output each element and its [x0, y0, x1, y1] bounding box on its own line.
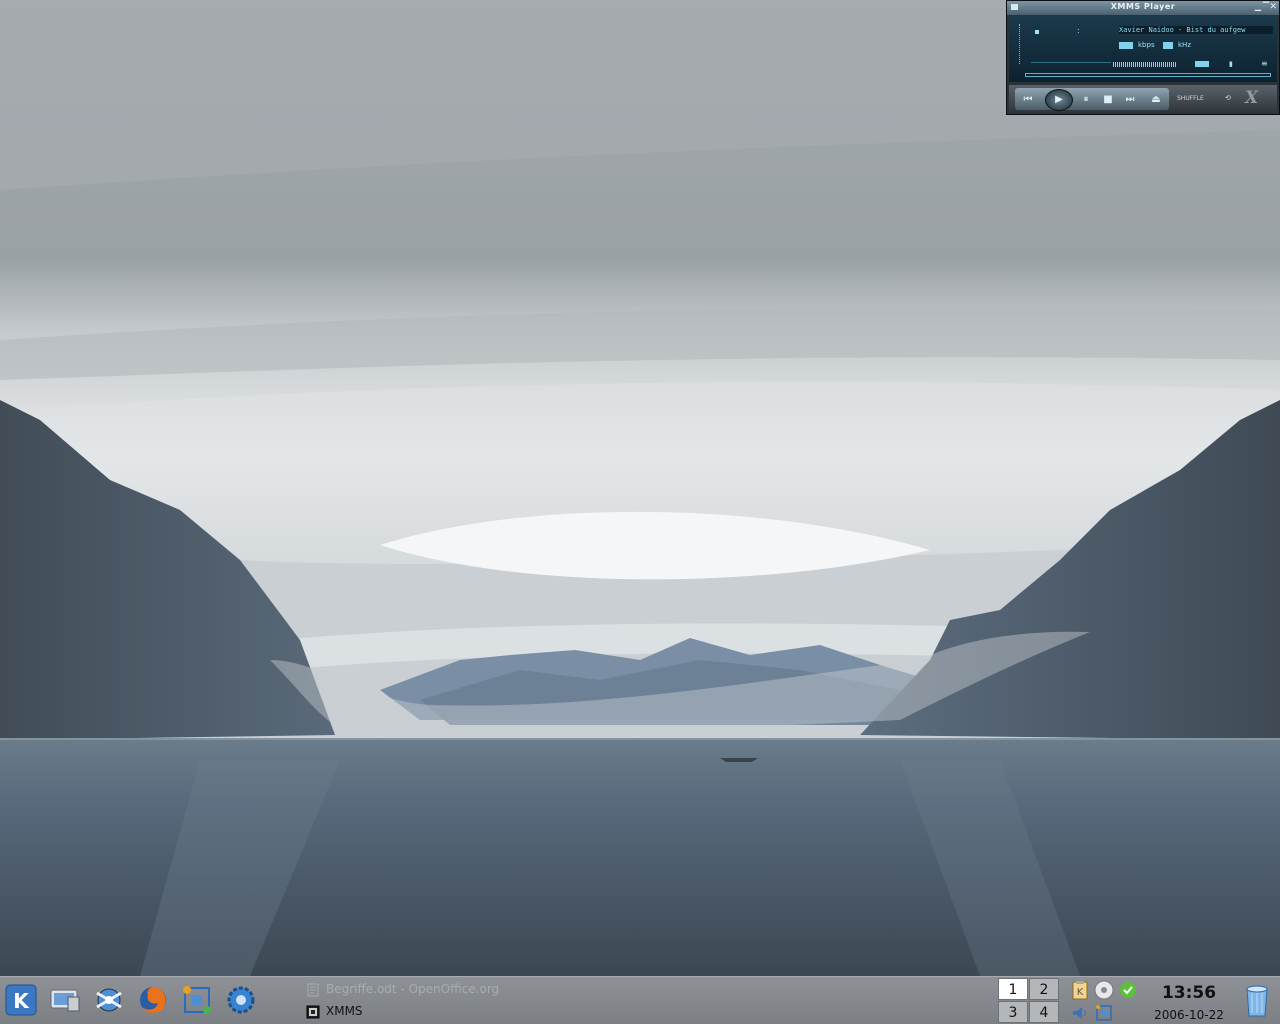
xmms-titlebar[interactable]: XMMS Player ▁ ▔ ✕	[1007, 1, 1279, 15]
task-xmms[interactable]: XMMS	[306, 1001, 363, 1021]
close-icon[interactable]: ✕	[1269, 3, 1277, 12]
network-icon[interactable]	[180, 983, 214, 1017]
system-icon[interactable]	[48, 983, 82, 1017]
song-title[interactable]: Xavier Naidoo - Bist du aufgew	[1119, 26, 1273, 34]
clock-date[interactable]: 2006-10-22	[1148, 1008, 1230, 1022]
openoffice-icon	[306, 983, 320, 997]
klipper-icon[interactable]: K	[1070, 980, 1090, 1000]
eject-button[interactable]: ⏏	[1147, 93, 1165, 106]
system-tray: K	[1066, 977, 1144, 1023]
clock-time[interactable]: 13:56	[1148, 983, 1230, 1003]
clutterbar[interactable]	[1019, 24, 1025, 64]
xmms-title: XMMS Player	[1110, 2, 1176, 11]
task-list: Begriffe.odt - OpenOffice.org XMMS	[306, 977, 766, 1023]
xmms-logo[interactable]: X	[1245, 88, 1258, 108]
play-button[interactable]: ▶	[1045, 89, 1073, 111]
desktop-2-button[interactable]: 2	[1029, 978, 1059, 1000]
update-icon[interactable]	[1118, 980, 1138, 1000]
play-indicator-icon	[1035, 30, 1039, 34]
balance-slider[interactable]	[1195, 61, 1209, 67]
volume-icon[interactable]	[1070, 1003, 1090, 1023]
shade-icon[interactable]: ▔	[1263, 3, 1269, 11]
transport-bar: ⏮ ▶ ⏸ ■ ⏭ ⏏	[1015, 88, 1169, 111]
desktop-3-button[interactable]: 3	[998, 1001, 1028, 1023]
desktop-4-button[interactable]: 4	[1029, 1001, 1059, 1023]
network-tray-icon[interactable]	[1094, 1003, 1114, 1023]
wallpaper-scene	[0, 0, 1280, 976]
time-display[interactable]: :	[1077, 26, 1080, 35]
khz-label: kHz	[1178, 41, 1191, 49]
xmms-display: : Xavier Naidoo - Bist du aufgew kbps kH…	[1009, 16, 1277, 82]
trash-icon[interactable]	[1240, 983, 1274, 1019]
bitrate-value	[1119, 42, 1133, 49]
desktop-wallpaper	[0, 0, 1280, 976]
kde-menu-icon[interactable]: K	[4, 983, 38, 1017]
kbps-label: kbps	[1138, 41, 1155, 49]
task-openoffice[interactable]: Begriffe.odt - OpenOffice.org	[306, 979, 499, 999]
xmms-icon	[306, 1005, 320, 1019]
seek-bar[interactable]	[1025, 73, 1271, 77]
xmms-player-window[interactable]: XMMS Player ▁ ▔ ✕ : Xavier Naidoo - Bist…	[1006, 0, 1280, 115]
settings-icon[interactable]	[224, 983, 258, 1017]
svg-text:K: K	[1077, 987, 1084, 998]
visualizer[interactable]	[1031, 48, 1111, 63]
xmms-controls: ⏮ ▶ ⏸ ■ ⏭ ⏏ SHUFFLE ⟲ X	[1009, 85, 1277, 113]
repeat-icon[interactable]: ⟲	[1225, 94, 1231, 102]
konqueror-icon[interactable]	[92, 983, 126, 1017]
svg-text:K: K	[13, 989, 30, 1013]
kmix-cd-icon[interactable]	[1094, 980, 1114, 1000]
desktop-pager: 1 2 3 4	[998, 978, 1060, 1024]
equalizer-toggle[interactable]: ▮	[1229, 60, 1233, 68]
taskbar: K Begriffe.odt - OpenOffice.org XMMS 1 2…	[0, 976, 1280, 1024]
playlist-toggle-icon[interactable]: ≡	[1261, 59, 1268, 68]
firefox-icon[interactable]	[136, 983, 170, 1017]
samplerate-value	[1163, 42, 1173, 49]
desktop-1-button[interactable]: 1	[998, 978, 1028, 1000]
task-label: XMMS	[326, 1004, 363, 1018]
next-button[interactable]: ⏭	[1121, 93, 1139, 106]
stop-button[interactable]: ■	[1099, 93, 1117, 106]
minimize-icon[interactable]: ▁	[1255, 3, 1261, 11]
previous-button[interactable]: ⏮	[1019, 93, 1037, 106]
task-label: Begriffe.odt - OpenOffice.org	[326, 982, 500, 996]
pause-button[interactable]: ⏸	[1077, 93, 1095, 106]
shuffle-button[interactable]: SHUFFLE	[1177, 95, 1204, 102]
volume-slider[interactable]	[1113, 62, 1177, 67]
